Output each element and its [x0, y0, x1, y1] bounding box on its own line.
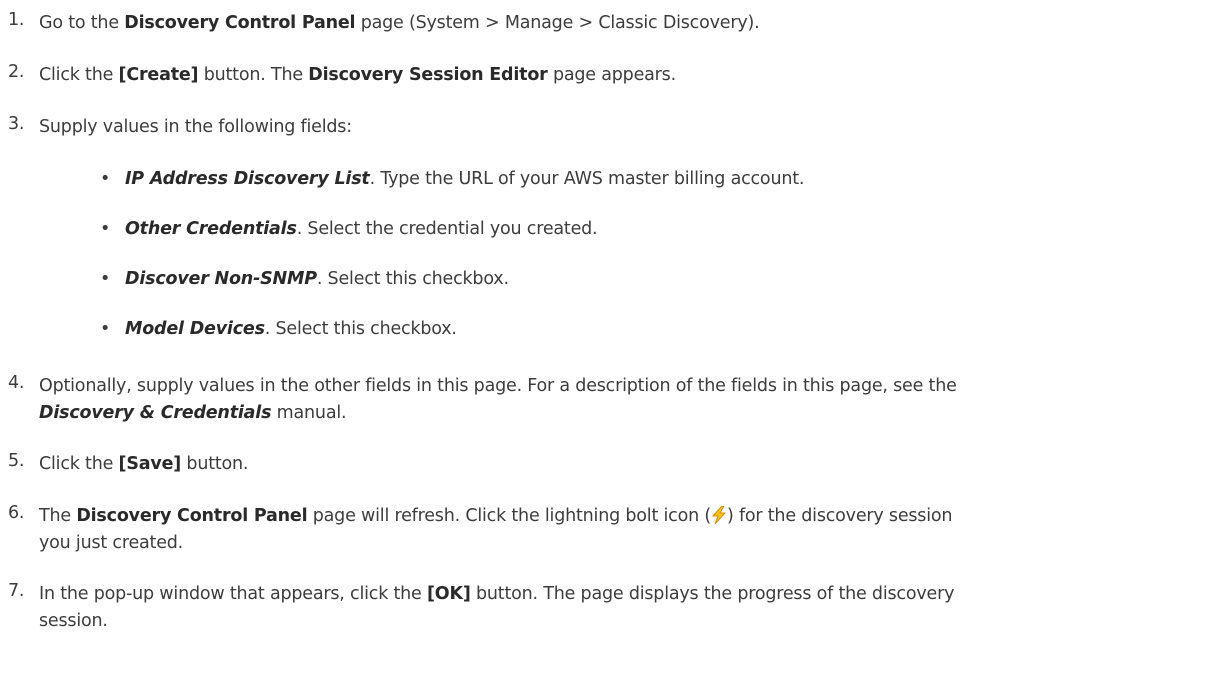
ui-term-create-button: [Create]	[118, 65, 199, 85]
manual-title: Discovery & Credentials	[39, 403, 272, 423]
bullet-item: • Model Devices. Select this checkbox.	[100, 319, 457, 339]
step-text: Supply values in the following fields:	[39, 117, 352, 137]
step-text: Click the [Save] button.	[39, 451, 1188, 478]
field-name: Discover Non-SNMP	[125, 269, 317, 289]
step-number: 5.	[8, 451, 25, 471]
bullet-item: • IP Address Discovery List. Type the UR…	[100, 169, 804, 189]
text-run: you just created.	[39, 533, 184, 553]
step-number: 1.	[8, 10, 25, 30]
bullet-text: . Select this checkbox.	[316, 269, 509, 289]
step-5: 5. Click the [Save] button.	[8, 451, 1188, 478]
text-run: button. The page displays the progress o…	[470, 584, 955, 604]
step-4: 4. Optionally, supply values in the othe…	[8, 373, 1188, 427]
text-run: Click the	[39, 65, 119, 85]
step-6: 6. The Discovery Control Panel page will…	[8, 503, 1188, 557]
text-run: Optionally, supply values in the other f…	[39, 376, 957, 396]
text-run: Go to the	[39, 13, 125, 33]
bullet-dot: •	[100, 319, 111, 339]
text-run: button. The	[198, 65, 309, 85]
step-text: Click the [Create] button. The Discovery…	[39, 62, 1188, 89]
bullet-text: . Select the credential you created.	[296, 219, 598, 239]
text-run: manual.	[271, 403, 347, 423]
text-run: Click the	[39, 454, 119, 474]
text-run: page (System > Manage > Classic Discover…	[355, 13, 760, 33]
step-text: Go to the Discovery Control Panel page (…	[39, 10, 1188, 37]
text-run: In the pop-up window that appears, click…	[39, 584, 427, 604]
bullet-item: • Discover Non-SNMP. Select this checkbo…	[100, 269, 509, 289]
procedure-document: 1. Go to the Discovery Control Panel pag…	[0, 0, 1214, 696]
step-number: 3.	[8, 114, 25, 134]
bullet-text: . Type the URL of your AWS master billin…	[369, 169, 805, 189]
field-name: Model Devices	[125, 319, 265, 339]
text-run: ) for the discovery session	[726, 506, 953, 526]
lightning-bolt-icon	[711, 505, 727, 525]
ui-term-discovery-control-panel: Discovery Control Panel	[76, 506, 308, 526]
step-text: In the pop-up window that appears, click…	[39, 581, 1188, 635]
bullet-item: • Other Credentials. Select the credenti…	[100, 219, 598, 239]
step-text: Optionally, supply values in the other f…	[39, 373, 1188, 427]
step-7: 7. In the pop-up window that appears, cl…	[8, 581, 1188, 635]
step-number: 2.	[8, 62, 25, 82]
bullet-dot: •	[100, 169, 111, 189]
ui-term-ok-button: [OK]	[426, 584, 471, 604]
bullet-dot: •	[100, 269, 111, 289]
bullet-text: . Select this checkbox.	[264, 319, 457, 339]
field-name: Other Credentials	[125, 219, 297, 239]
bullet-dot: •	[100, 219, 111, 239]
text-run: The	[39, 506, 77, 526]
field-name: IP Address Discovery List	[125, 169, 370, 189]
step-number: 7.	[8, 581, 25, 601]
text-run: page will refresh. Click the lightning b…	[307, 506, 711, 526]
step-number: 6.	[8, 503, 25, 523]
ui-term-save-button: [Save]	[118, 454, 182, 474]
ui-term-discovery-control-panel: Discovery Control Panel	[124, 13, 356, 33]
ui-term-discovery-session-editor: Discovery Session Editor	[308, 65, 548, 85]
step-text: The Discovery Control Panel page will re…	[39, 503, 1188, 557]
text-run: page appears.	[547, 65, 676, 85]
text-run: button.	[181, 454, 249, 474]
step-1: 1. Go to the Discovery Control Panel pag…	[8, 10, 1188, 37]
step-number: 4.	[8, 373, 25, 393]
step-3: 3. Supply values in the following fields…	[8, 114, 1188, 141]
step-2: 2. Click the [Create] button. The Discov…	[8, 62, 1188, 89]
text-run: session.	[39, 611, 108, 631]
